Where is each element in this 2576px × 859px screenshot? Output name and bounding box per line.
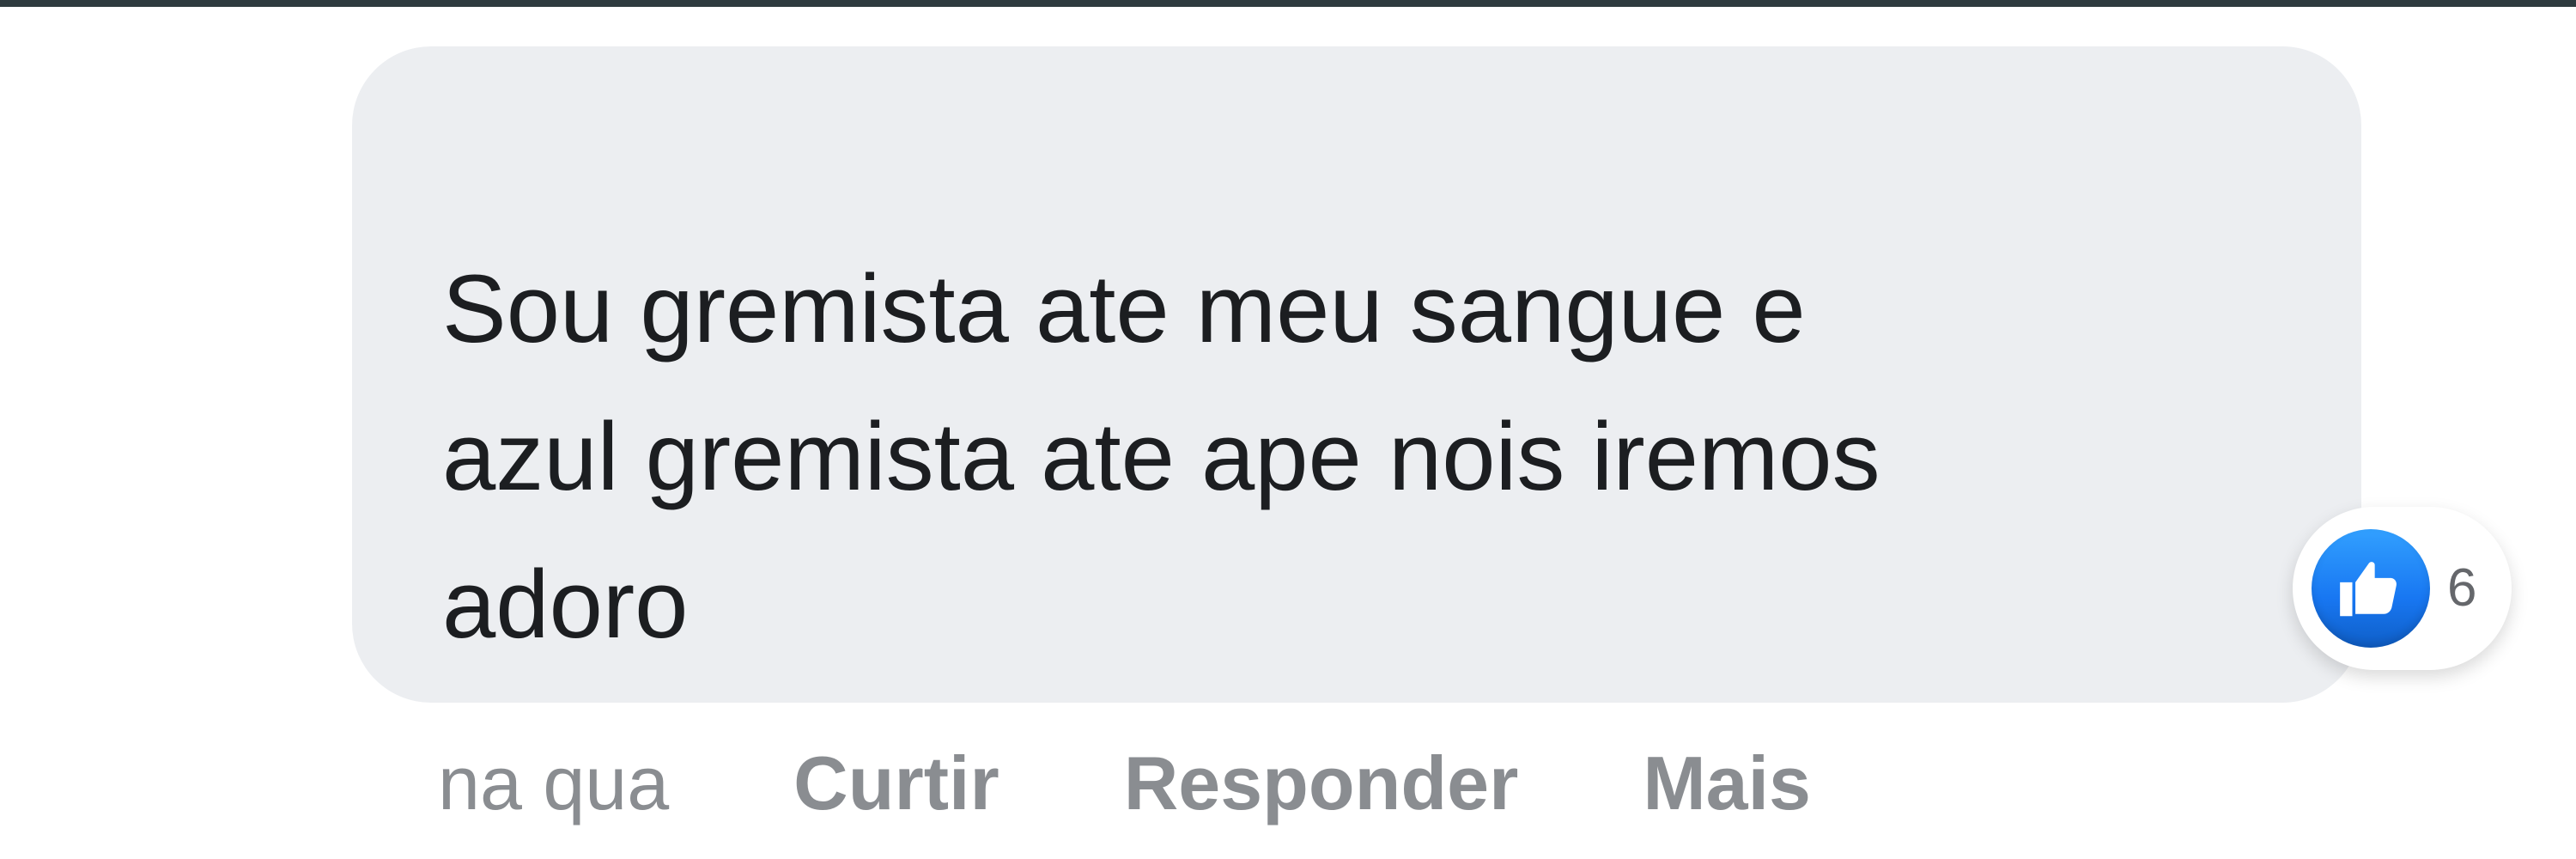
reply-button[interactable]: Responder xyxy=(1124,746,1519,821)
comment-text: Sou gremista ate meu sangue e azul gremi… xyxy=(442,255,1880,658)
reaction-count: 6 xyxy=(2447,558,2477,618)
like-button[interactable]: Curtir xyxy=(793,746,999,821)
comment-actions: na qua Curtir Responder Mais xyxy=(438,732,1811,835)
comment-screenshot: Sou gremista ate meu sangue e azul gremi… xyxy=(0,0,2576,859)
thumbs-up-icon xyxy=(2312,529,2430,648)
reaction-summary[interactable]: 6 xyxy=(2293,507,2512,670)
top-divider xyxy=(0,0,2576,7)
more-button[interactable]: Mais xyxy=(1643,746,1811,821)
comment-bubble: Sou gremista ate meu sangue e azul gremi… xyxy=(352,46,2361,703)
comment-timestamp: na qua xyxy=(438,740,670,825)
